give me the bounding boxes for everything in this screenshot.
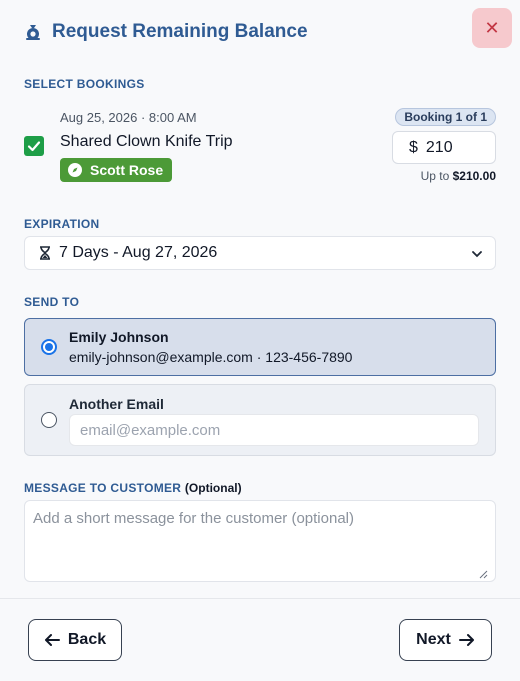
send-to-label: SEND TO xyxy=(24,295,80,309)
email-input[interactable] xyxy=(69,414,479,446)
message-textarea[interactable] xyxy=(24,500,496,582)
arrow-left-icon xyxy=(44,633,60,647)
modal-title: Request Remaining Balance xyxy=(52,21,308,42)
arrow-right-icon xyxy=(458,633,475,647)
booking-checkbox[interactable] xyxy=(24,136,44,156)
footer-divider xyxy=(0,598,520,599)
expiration-select[interactable]: 7 Days - Aug 27, 2026 xyxy=(24,236,496,270)
message-label-text: MESSAGE TO CUSTOMER xyxy=(24,481,182,495)
currency-symbol: $ xyxy=(409,138,418,156)
message-optional-note: (Optional) xyxy=(184,481,242,495)
contact-name: Emily Johnson xyxy=(69,329,169,345)
amount-value: 210 xyxy=(425,138,453,156)
back-button[interactable]: Back xyxy=(28,619,122,661)
expiration-value: 7 Days - Aug 27, 2026 xyxy=(59,244,218,261)
next-label: Next xyxy=(416,631,451,648)
hourglass-icon xyxy=(39,246,51,260)
another-email-option[interactable]: Another Email xyxy=(24,384,496,456)
amount-limit-prefix: Up to xyxy=(420,169,453,183)
contact-radio[interactable] xyxy=(41,339,57,355)
modal-header: Request Remaining Balance ✕ xyxy=(24,8,512,48)
request-balance-modal: Request Remaining Balance ✕ SELECT BOOKI… xyxy=(0,0,520,681)
amount-limit-value: $210.00 xyxy=(452,169,496,183)
money-bag-icon xyxy=(24,23,42,41)
expiration-label: EXPIRATION xyxy=(24,217,100,231)
guide-name: Scott Rose xyxy=(90,162,164,178)
another-email-title: Another Email xyxy=(69,396,164,412)
compass-icon xyxy=(68,163,82,177)
select-bookings-label: SELECT BOOKINGS xyxy=(24,77,145,91)
resize-grip-icon[interactable] xyxy=(478,566,488,584)
amount-limit: Up to $210.00 xyxy=(421,169,496,183)
another-email-radio[interactable] xyxy=(41,412,57,428)
checkmark-icon xyxy=(27,141,41,152)
booking-name: Shared Clown Knife Trip xyxy=(60,133,233,150)
booking-count-badge: Booking 1 of 1 xyxy=(395,108,496,126)
message-label: MESSAGE TO CUSTOMER (Optional) xyxy=(24,481,242,495)
amount-input[interactable]: $ 210 xyxy=(392,131,496,164)
chevron-down-icon xyxy=(471,247,483,265)
guide-badge: Scott Rose xyxy=(60,158,173,182)
back-label: Back xyxy=(67,631,107,648)
contact-info: emily-johnson@example.com · 123-456-7890 xyxy=(69,349,353,365)
close-icon: ✕ xyxy=(484,17,500,38)
contact-option[interactable]: Emily Johnson emily-johnson@example.com … xyxy=(24,318,496,376)
next-button[interactable]: Next xyxy=(399,619,492,661)
close-button[interactable]: ✕ xyxy=(472,8,512,48)
booking-date: Aug 25, 2026 · 8:00 AM xyxy=(60,110,197,125)
